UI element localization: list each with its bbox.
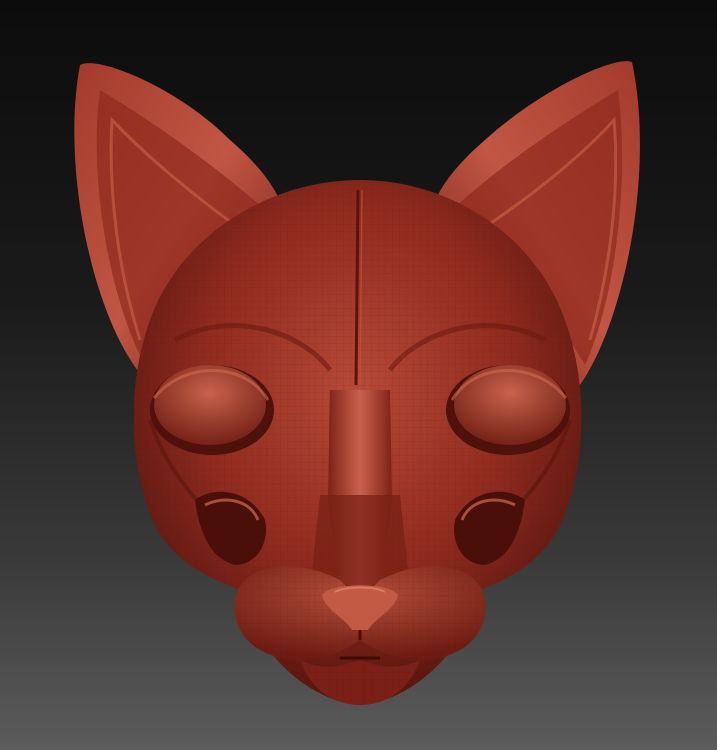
left-eye <box>150 365 274 455</box>
viewport <box>0 0 717 750</box>
sculpt-render <box>74 61 640 705</box>
right-eye <box>446 365 570 455</box>
